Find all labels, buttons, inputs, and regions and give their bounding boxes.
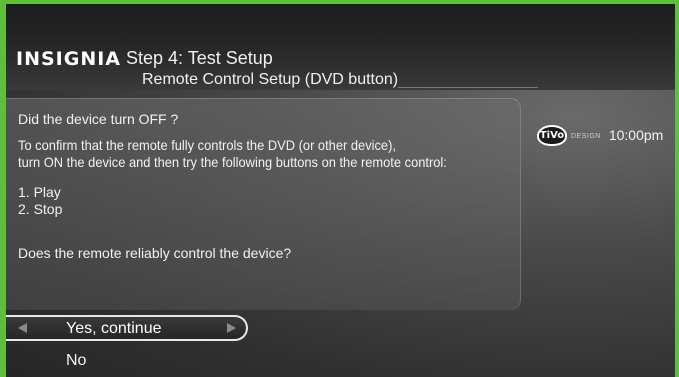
arrow-left-icon (18, 323, 27, 333)
tivo-logo-icon: TiVo (537, 124, 567, 146)
menu-option-no[interactable]: No (66, 352, 86, 370)
insignia-logo: INSIGNIA (16, 48, 121, 70)
instructions-line-1: To confirm that the remote fully control… (18, 137, 396, 153)
status-area: TiVo DESIGN 10:00pm (537, 124, 663, 146)
step-item-stop: 2. Stop (18, 201, 63, 217)
menu-option-label: Yes, continue (66, 320, 162, 337)
content-panel (6, 98, 521, 310)
question-text: Did the device turn OFF ? (18, 111, 179, 127)
design-label: DESIGN (571, 132, 601, 140)
instructions-line-2: turn ON the device and then try the foll… (18, 154, 447, 170)
menu-option-yes-continue[interactable]: Yes, continue (6, 315, 248, 341)
page-subtitle: Remote Control Setup (DVD button) (142, 71, 399, 88)
title-divider (398, 87, 538, 88)
arrow-right-icon (227, 323, 236, 333)
step-item-play: 1. Play (18, 184, 61, 200)
clock-time: 10:00pm (608, 127, 664, 143)
prompt-text: Does the remote reliably control the dev… (18, 245, 292, 261)
page-title: Step 4: Test Setup (126, 48, 273, 68)
tv-screen: INSIGNIA Step 4: Test Setup Remote Contr… (6, 4, 675, 377)
